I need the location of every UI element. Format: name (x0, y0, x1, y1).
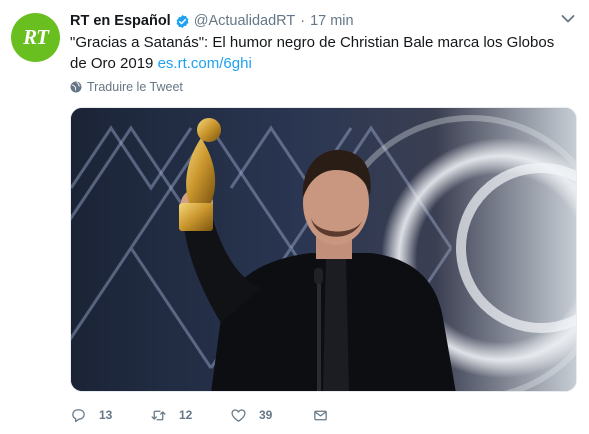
avatar-logo-text: RT (23, 25, 49, 49)
tweet-media-photo[interactable] (70, 107, 577, 392)
retweet-icon (151, 410, 166, 420)
tweet-header: RT en Español @ActualidadRT · 17 min (70, 11, 354, 31)
avatar[interactable]: RT (11, 13, 60, 62)
tweet-text: "Gracias a Satanás": El humor negro de C… (70, 32, 575, 74)
tweet-body: "Gracias a Satanás": El humor negro de C… (70, 34, 555, 72)
like-button[interactable]: 39 (230, 407, 312, 424)
translate-label: Traduire le Tweet (87, 80, 183, 94)
header-separator: · (300, 13, 306, 29)
tweet-card[interactable]: RT RT en Español @ActualidadRT · 17 min … (0, 0, 589, 434)
direct-message-icon (314, 410, 327, 420)
reply-count: 13 (99, 408, 113, 422)
author-handle[interactable]: @ActualidadRT (194, 13, 296, 29)
retweet-count: 12 (179, 408, 193, 422)
chevron-down-icon[interactable] (561, 14, 575, 24)
reply-button[interactable]: 13 (70, 407, 150, 424)
photo-illustration (71, 108, 576, 391)
globe-icon (70, 81, 82, 93)
tweet-link[interactable]: es.rt.com/6ghi (158, 55, 252, 72)
like-count: 39 (259, 408, 273, 422)
tweet-timestamp[interactable]: 17 min (310, 13, 354, 29)
retweet-button[interactable]: 12 (150, 407, 230, 424)
reply-icon (72, 408, 85, 422)
tweet-actions: 13 12 39 (70, 404, 329, 426)
direct-message-button[interactable] (312, 407, 329, 424)
like-icon (231, 408, 246, 422)
author-name[interactable]: RT en Español (70, 13, 171, 29)
translate-tweet[interactable]: Traduire le Tweet (70, 80, 183, 94)
verified-badge-icon (176, 14, 189, 28)
